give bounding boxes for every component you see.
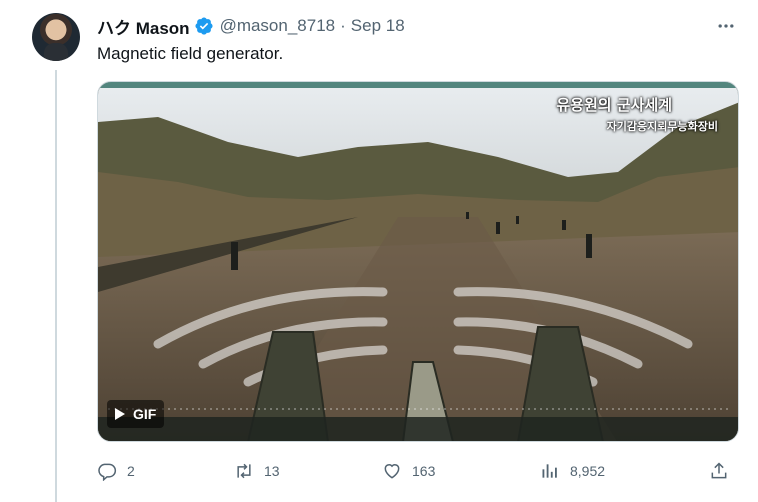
separator-dot: · (340, 16, 346, 35)
verified-badge-icon[interactable] (194, 16, 214, 36)
retweet-button[interactable]: 13 (234, 456, 280, 486)
retweet-count: 13 (264, 463, 280, 479)
more-icon[interactable] (714, 14, 738, 38)
display-name[interactable]: ハク Mason (97, 14, 190, 39)
media-scene (98, 82, 738, 441)
gif-play-button[interactable]: GIF (107, 400, 165, 428)
share-icon (711, 462, 727, 479)
play-icon (115, 408, 125, 420)
handle[interactable]: @mason_8718 (220, 16, 336, 36)
views-button[interactable]: 8,952 (540, 456, 605, 486)
gif-label: GIF (133, 406, 157, 422)
tweet-header: ハク Mason @mason_8718 · Sep 18 (97, 14, 405, 39)
reply-button[interactable]: 2 (97, 456, 135, 486)
share-button[interactable] (709, 456, 729, 486)
views-icon (542, 464, 557, 478)
like-button[interactable]: 163 (382, 456, 435, 486)
avatar[interactable] (32, 13, 80, 61)
like-count: 163 (412, 463, 436, 479)
thread-line (55, 70, 57, 502)
views-count: 8,952 (570, 463, 606, 479)
like-icon (384, 464, 400, 479)
tweet-date[interactable]: Sep 18 (351, 16, 405, 36)
tweet-media[interactable]: 유용원의 군사세계 자기감응지뢰무능화장비 GIF (97, 81, 739, 442)
tweet-text: Magnetic field generator. (97, 44, 284, 63)
action-bar: 2 13 163 8,952 (97, 456, 739, 486)
reply-count: 2 (127, 463, 135, 479)
retweet-icon (237, 463, 251, 479)
reply-icon (98, 463, 117, 481)
video-overlay-title: 유용원의 군사세계 (556, 96, 672, 114)
video-overlay-subtitle: 자기감응지뢰무능화장비 (606, 120, 718, 133)
